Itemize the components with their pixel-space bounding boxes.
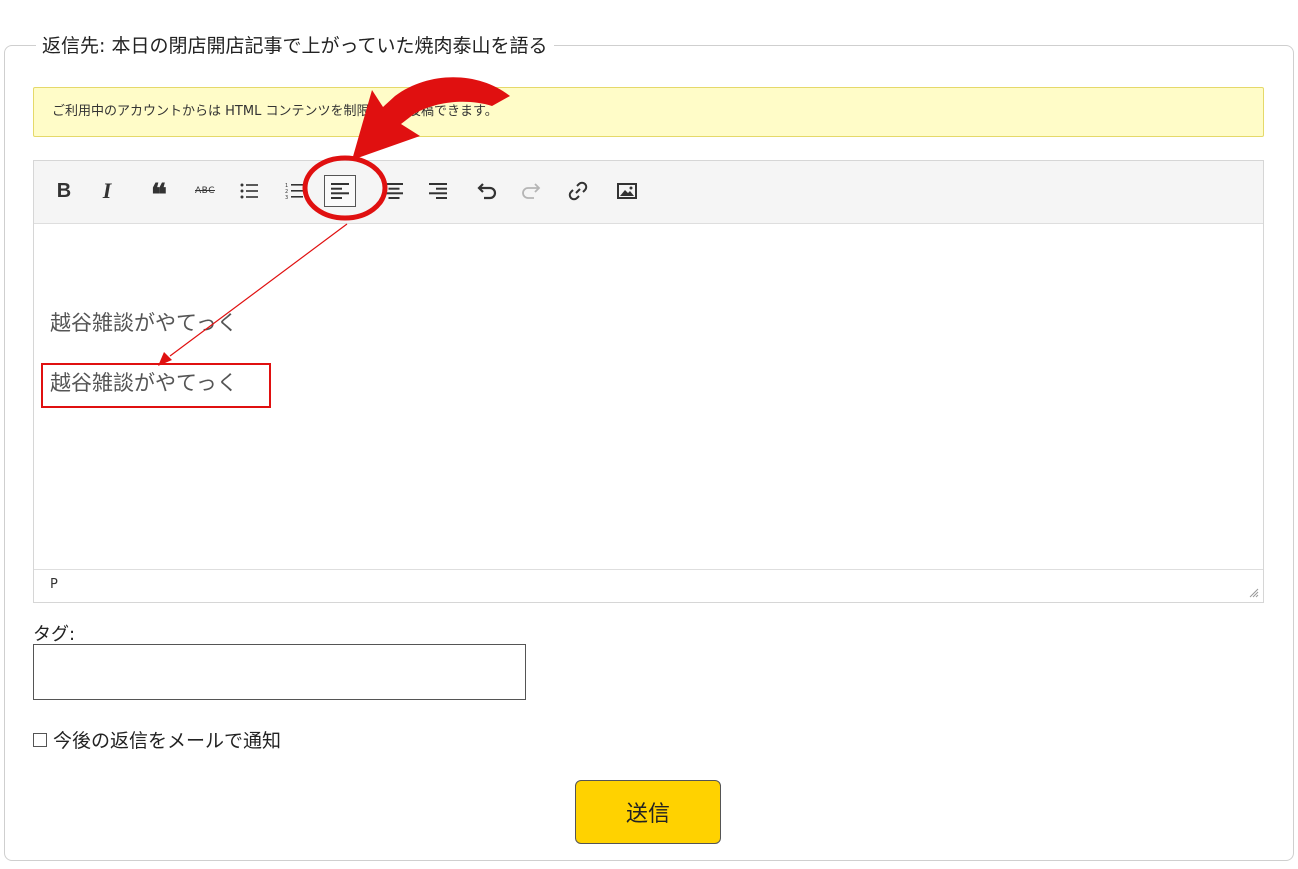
html-notice: ご利用中のアカウントからは HTML コンテンツを制限無しで投稿できます。 — [33, 87, 1264, 137]
undo-button[interactable] — [471, 175, 503, 207]
tags-input[interactable] — [33, 644, 526, 700]
italic-button[interactable]: I — [91, 175, 123, 207]
editor-content[interactable]: 越谷雑談がやてっく 越谷雑談がやてっく — [34, 225, 1263, 569]
link-icon — [568, 181, 588, 201]
blockquote-icon: ❝ — [150, 179, 168, 212]
undo-icon — [477, 183, 497, 200]
align-left-button[interactable] — [324, 175, 356, 207]
bold-icon: B — [56, 179, 72, 202]
align-center-button[interactable] — [378, 175, 410, 207]
redo-icon — [522, 183, 541, 199]
path-label: P — [50, 577, 58, 592]
notify-option[interactable]: 今後の返信をメールで通知 — [33, 726, 281, 753]
element-path: P — [34, 569, 1263, 602]
tags-label: タグ: — [33, 624, 76, 645]
image-button[interactable] — [611, 175, 643, 207]
align-left-icon — [331, 183, 349, 199]
resize-handle-icon[interactable] — [1249, 588, 1259, 598]
svg-text:3: 3 — [285, 195, 288, 200]
bold-button[interactable]: B — [48, 175, 80, 207]
notify-checkbox[interactable] — [33, 732, 47, 747]
strikethrough-icon: ABC — [195, 186, 215, 196]
rich-text-editor: B I ❝ ABC 1 2 3 越谷雑談がやてっく 越谷雑談がやてっく P — [33, 160, 1264, 603]
editor-paragraph: 越谷雑談がやてっく — [50, 371, 238, 395]
align-right-button[interactable] — [422, 175, 454, 207]
reply-to-title: 返信先: 本日の閉店開店記事で上がっていた焼肉泰山を語る — [36, 33, 554, 59]
editor-paragraph: 越谷雑談がやてっく — [50, 311, 238, 335]
link-button[interactable] — [562, 175, 594, 207]
editor-toolbar: B I ❝ ABC 1 2 3 — [34, 161, 1263, 224]
image-icon — [617, 183, 637, 199]
bullet-list-icon — [240, 183, 258, 199]
strikethrough-button[interactable]: ABC — [189, 175, 221, 207]
redo-button[interactable] — [515, 175, 547, 207]
numbered-list-icon: 1 2 3 — [285, 183, 303, 200]
numbered-list-button[interactable]: 1 2 3 — [278, 175, 310, 207]
italic-icon: I — [102, 178, 112, 203]
submit-button[interactable]: 送信 — [575, 780, 721, 844]
align-right-icon — [429, 183, 447, 199]
blockquote-button[interactable]: ❝ — [143, 175, 175, 211]
align-center-icon — [385, 183, 403, 199]
bullet-list-button[interactable] — [233, 175, 265, 207]
notify-label: 今後の返信をメールで通知 — [53, 730, 282, 752]
